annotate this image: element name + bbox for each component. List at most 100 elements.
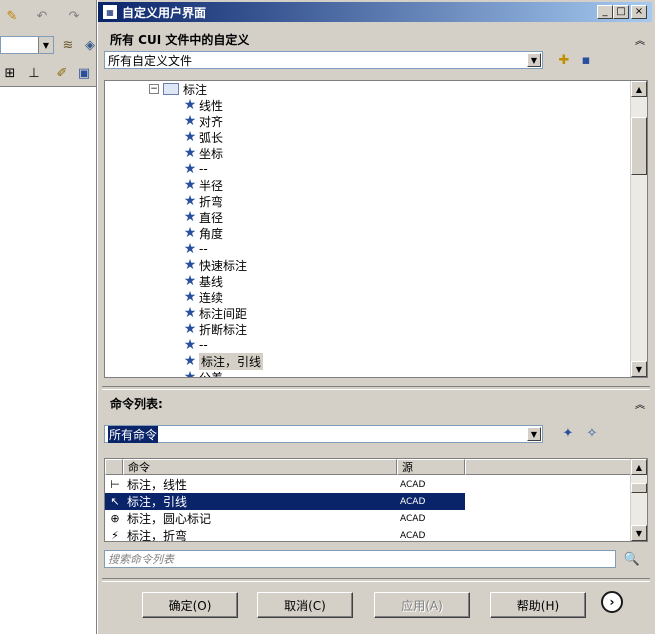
tree-item[interactable]: ★ 线性 — [181, 97, 223, 113]
table-row[interactable]: ⊢ 标注，线性 ACAD — [105, 476, 465, 493]
tree-item-label: 坐标 — [199, 146, 224, 161]
cui-collapse-icon[interactable]: ︽ — [633, 32, 647, 47]
command-filter-combo[interactable]: 所有命令 ▼ — [104, 425, 543, 443]
command-name: 标注，线性 — [127, 478, 188, 492]
layer-state-icon[interactable]: ◈ — [82, 37, 98, 53]
tree-item[interactable]: ★ -- — [181, 241, 208, 257]
tree-item[interactable]: ★ 基线 — [181, 273, 223, 289]
tree-item[interactable]: ★ 连续 — [181, 289, 223, 305]
command-star-icon: ★ — [183, 129, 197, 145]
cancel-button[interactable]: 取消(C) — [257, 592, 353, 618]
command-star-icon: ★ — [183, 209, 197, 225]
dim-linear-tool-icon[interactable]: ⊞ — [2, 65, 18, 81]
tree-scroll-thumb[interactable] — [631, 117, 647, 175]
command-star-icon: ★ — [183, 97, 197, 113]
layers-icon[interactable]: ≋ — [60, 37, 76, 53]
tree-item[interactable]: ★ 公差 — [181, 369, 223, 378]
command-list-header: 命令列表: — [110, 397, 163, 411]
apply-button[interactable]: 应用(A) — [374, 592, 470, 618]
app-logo-icon: ▦ — [102, 4, 118, 20]
grid-scroll-thumb[interactable] — [631, 483, 647, 493]
table-row[interactable]: ⚡ 标注，折弯 ACAD — [105, 527, 465, 541]
commands-collapse-icon[interactable]: ︽ — [633, 396, 647, 411]
tree-item[interactable]: ★ 半径 — [181, 177, 223, 193]
tree-item[interactable]: ★ 标注，引线 — [181, 352, 264, 370]
dim-ordinate-tool-icon[interactable]: ⊥ — [26, 65, 42, 81]
table-row[interactable]: ↖ 标注，引线 ACAD — [105, 493, 465, 510]
grid-scrollbar[interactable]: ▲ ▼ — [630, 459, 647, 541]
tree-item[interactable]: ★ 折断标注 — [181, 321, 247, 337]
command-source: ACAD — [400, 479, 426, 490]
command-star-icon: ★ — [183, 177, 197, 193]
dropdown-arrow-icon[interactable]: ▼ — [527, 427, 541, 441]
tree-item[interactable]: ★ 折弯 — [181, 193, 223, 209]
command-source: ACAD — [400, 530, 426, 541]
redo-icon[interactable]: ↷ — [66, 8, 82, 24]
tree-item[interactable]: ★ 弧长 — [181, 129, 223, 145]
tree-item-label: 折断标注 — [199, 322, 248, 337]
button-divider — [102, 578, 650, 582]
scroll-down-icon[interactable]: ▼ — [631, 525, 647, 541]
table-row[interactable]: ⊕ 标注，圆心标记 ACAD — [105, 510, 465, 527]
command-star-icon: ★ — [183, 305, 197, 321]
scroll-up-icon[interactable]: ▲ — [631, 81, 647, 97]
command-grid[interactable]: 命令 源 ⊢ 标注，线性 ACAD ↖ 标注，引线 ACAD ⊕ 标注，圆心标记 ACAD ⚡ 标注… — [104, 458, 648, 542]
tree-item-label: -- — [199, 162, 208, 176]
command-source: ACAD — [400, 513, 426, 524]
layer-combo[interactable]: ▼ — [0, 36, 54, 54]
column-header-source[interactable]: 源 — [397, 459, 465, 475]
scroll-up-icon[interactable]: ▲ — [631, 459, 647, 475]
dim-leader-icon: ↖ — [110, 495, 120, 508]
ok-button[interactable]: 确定(O) — [142, 592, 238, 618]
tree-scrollbar[interactable]: ▲ ▼ — [630, 81, 647, 377]
tree-item[interactable]: ★ 坐标 — [181, 145, 223, 161]
tree-node-dimension[interactable]: − 标注 — [149, 81, 207, 97]
command-name: 标注，圆心标记 — [127, 512, 212, 526]
dropdown-arrow-icon[interactable]: ▼ — [527, 53, 541, 67]
tree-item-label: 弧长 — [199, 130, 224, 145]
open-file-icon[interactable]: ✚ — [556, 52, 572, 68]
dialog-title: 自定义用户界面 — [122, 5, 207, 20]
cui-section-header: 所有 CUI 文件中的自定义 — [110, 33, 250, 47]
cui-file-combo[interactable]: 所有自定义文件 ▼ — [104, 51, 543, 69]
help-button[interactable]: 帮助(H) — [490, 592, 586, 618]
undo-icon[interactable]: ↶ — [34, 8, 50, 24]
scroll-down-icon[interactable]: ▼ — [631, 361, 647, 377]
maximize-button[interactable]: □ — [613, 5, 629, 19]
search-icon[interactable]: 🔍 — [624, 551, 640, 567]
command-star-icon: ★ — [183, 241, 197, 257]
command-star-icon: ★ — [183, 193, 197, 209]
command-star-icon: ★ — [183, 353, 197, 369]
tree-item-label: 连续 — [199, 290, 224, 305]
dialog-titlebar[interactable]: ▦ 自定义用户界面 — [98, 2, 652, 22]
pencil-icon[interactable]: ✎ — [4, 8, 20, 24]
tree-item-label: 半径 — [199, 178, 224, 193]
dim-edit-tool-icon[interactable]: ✐ — [54, 65, 70, 81]
new-command-icon[interactable]: ✦ — [560, 425, 576, 441]
tree-item-label: 基线 — [199, 274, 224, 289]
app-toolbar-top: ✎ ↶ ↷ — [0, 0, 100, 33]
tree-item[interactable]: ★ 标注间距 — [181, 305, 247, 321]
tree-item[interactable]: ★ 快速标注 — [181, 257, 247, 273]
find-command-icon[interactable]: ✧ — [584, 425, 600, 441]
tree-item[interactable]: ★ 直径 — [181, 209, 223, 225]
drawing-canvas[interactable] — [0, 87, 97, 634]
close-button[interactable]: × — [631, 5, 647, 19]
tree-item[interactable]: ★ 对齐 — [181, 113, 223, 129]
command-search-input[interactable]: 搜索命令列表 — [104, 550, 616, 568]
cui-tree-view[interactable]: − 标注 ★ 线性 ★ 对齐 ★ 弧长 ★ 坐标 ★ -- ★ 半径 ★ 折弯 ★ 直径 ★ 角度 ★ -- ★ 快速标注 ★ 基… — [104, 80, 648, 378]
center-mark-icon: ⊕ — [110, 512, 120, 525]
dropdown-arrow-icon[interactable]: ▼ — [38, 37, 53, 53]
tree-item[interactable]: ★ -- — [181, 337, 208, 353]
minimize-button[interactable]: _ — [597, 5, 613, 19]
expand-button[interactable]: › — [601, 591, 623, 613]
tree-item[interactable]: ★ 角度 — [181, 225, 223, 241]
toolbar-node-icon — [163, 83, 179, 95]
dim-update-tool-icon[interactable]: ▣ — [76, 65, 92, 81]
tree-item[interactable]: ★ -- — [181, 161, 208, 177]
save-icon[interactable]: ▪ — [578, 52, 594, 68]
command-star-icon: ★ — [183, 369, 197, 378]
collapse-node-icon[interactable]: − — [149, 84, 159, 94]
tree-item-label: 对齐 — [199, 114, 224, 129]
column-header-command[interactable]: 命令 — [123, 459, 397, 475]
